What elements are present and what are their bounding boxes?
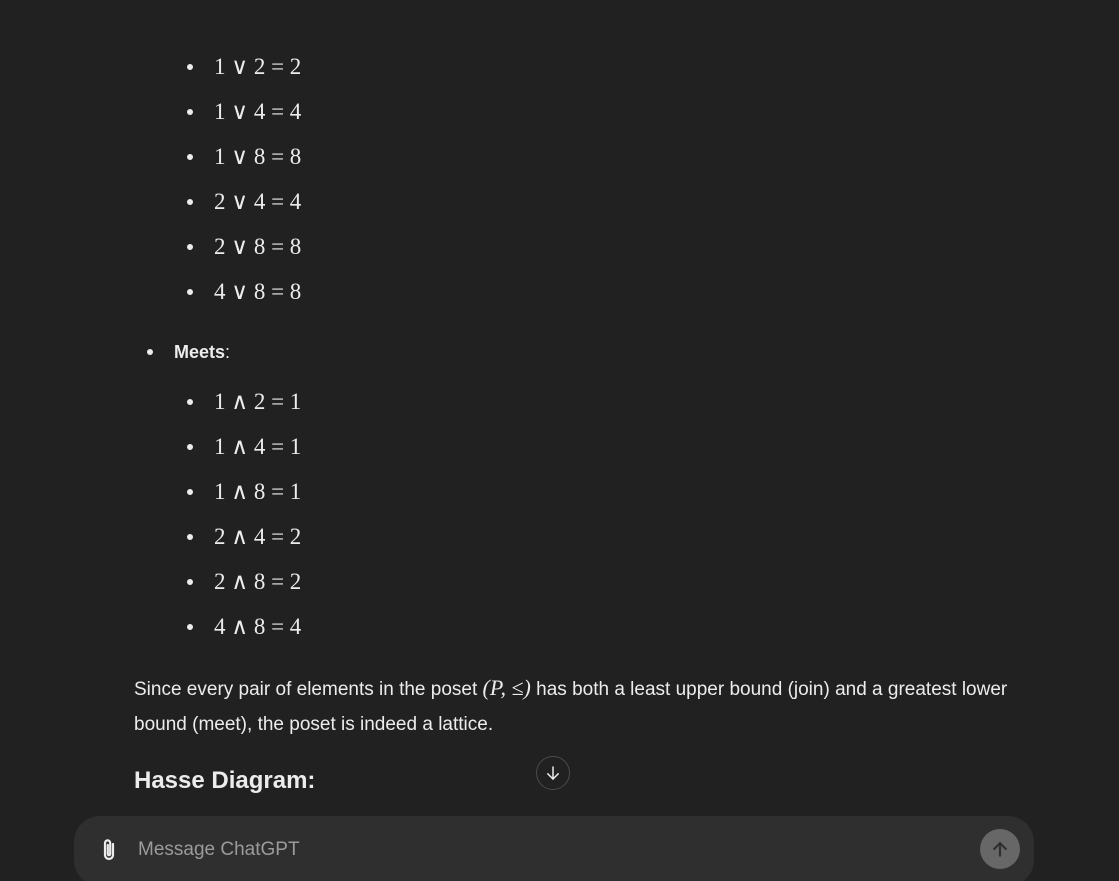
bullet [187, 579, 193, 585]
attach-button[interactable] [96, 836, 122, 864]
message-input[interactable] [138, 834, 958, 866]
join-expression: 4 ∨ 8 = 8 [214, 279, 302, 304]
meet-item: 2 ∧ 8 = 2 [187, 567, 302, 597]
bullet [187, 289, 193, 295]
meet-expression: 2 ∧ 8 = 2 [214, 569, 302, 594]
join-expression: 1 ∨ 8 = 8 [214, 144, 302, 169]
bullet [187, 244, 193, 250]
bullet [187, 109, 193, 115]
arrow-down-icon [547, 766, 559, 780]
meet-item: 2 ∧ 4 = 2 [187, 522, 302, 552]
bullet [187, 399, 193, 405]
meets-item: Meets: [147, 337, 231, 367]
bullet [187, 199, 193, 205]
meet-item: 1 ∧ 4 = 1 [187, 432, 302, 462]
meet-expression: 1 ∧ 2 = 1 [214, 389, 302, 414]
arrow-up-icon [993, 842, 1007, 857]
message-composer [74, 816, 1034, 881]
join-item: 2 ∨ 8 = 8 [187, 232, 302, 262]
meet-expression: 4 ∧ 8 = 4 [214, 614, 302, 639]
join-item: 1 ∨ 4 = 4 [187, 97, 302, 127]
meet-item: 4 ∧ 8 = 4 [187, 612, 302, 642]
meet-item: 1 ∧ 2 = 1 [187, 387, 302, 417]
join-expression: 2 ∨ 8 = 8 [214, 234, 302, 259]
bullet [187, 154, 193, 160]
poset-notation: (P, ≤) [482, 675, 531, 700]
scroll-to-bottom-button[interactable] [536, 756, 570, 790]
meets-label: Meets: [174, 341, 231, 362]
paperclip-icon [103, 839, 115, 861]
chat-page: 1 ∨ 2 = 2 1 ∨ 4 = 4 1 ∨ 8 = 8 2 ∨ 4 = 4 … [0, 0, 1119, 881]
join-expression: 2 ∨ 4 = 4 [214, 189, 302, 214]
meet-expression: 2 ∧ 4 = 2 [214, 524, 302, 549]
conclusion-text-start: Since every pair of elements in the pose… [134, 679, 483, 700]
join-expression: 1 ∨ 4 = 4 [214, 99, 302, 124]
bullet [147, 349, 153, 355]
conclusion-paragraph: Since every pair of elements in the pose… [134, 670, 1034, 742]
bullet [187, 489, 193, 495]
join-item: 2 ∨ 4 = 4 [187, 187, 302, 217]
join-expression: 1 ∨ 2 = 2 [214, 54, 302, 79]
bullet [187, 444, 193, 450]
join-item: 1 ∨ 2 = 2 [187, 52, 302, 82]
bullet [187, 64, 193, 70]
meet-expression: 1 ∧ 4 = 1 [214, 434, 302, 459]
meet-item: 1 ∧ 8 = 1 [187, 477, 302, 507]
meet-expression: 1 ∧ 8 = 1 [214, 479, 302, 504]
join-item: 4 ∨ 8 = 8 [187, 277, 302, 307]
bullet [187, 534, 193, 540]
hasse-diagram-heading: Hasse Diagram: [134, 767, 316, 794]
join-item: 1 ∨ 8 = 8 [187, 142, 302, 172]
bullet [187, 624, 193, 630]
send-button[interactable] [980, 829, 1020, 869]
